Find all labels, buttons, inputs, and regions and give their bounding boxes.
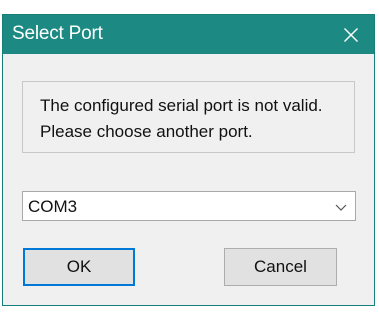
select-port-dialog: Select Port The configured serial port i… (2, 14, 375, 306)
message-line-1: The configured serial port is not valid. (40, 96, 323, 115)
window-title: Select Port (12, 23, 103, 44)
cancel-button[interactable]: Cancel (224, 248, 337, 286)
close-icon (344, 27, 358, 42)
title-bar[interactable]: Select Port (3, 15, 374, 54)
port-dropdown[interactable]: COM3 (22, 191, 356, 221)
close-button[interactable] (328, 15, 374, 54)
selected-port: COM3 (28, 197, 78, 216)
message-line-2: Please choose another port. (40, 122, 253, 141)
chevron-down-icon (335, 204, 347, 211)
ok-button[interactable]: OK (23, 248, 135, 286)
message-box: The configured serial port is not valid.… (22, 81, 355, 153)
